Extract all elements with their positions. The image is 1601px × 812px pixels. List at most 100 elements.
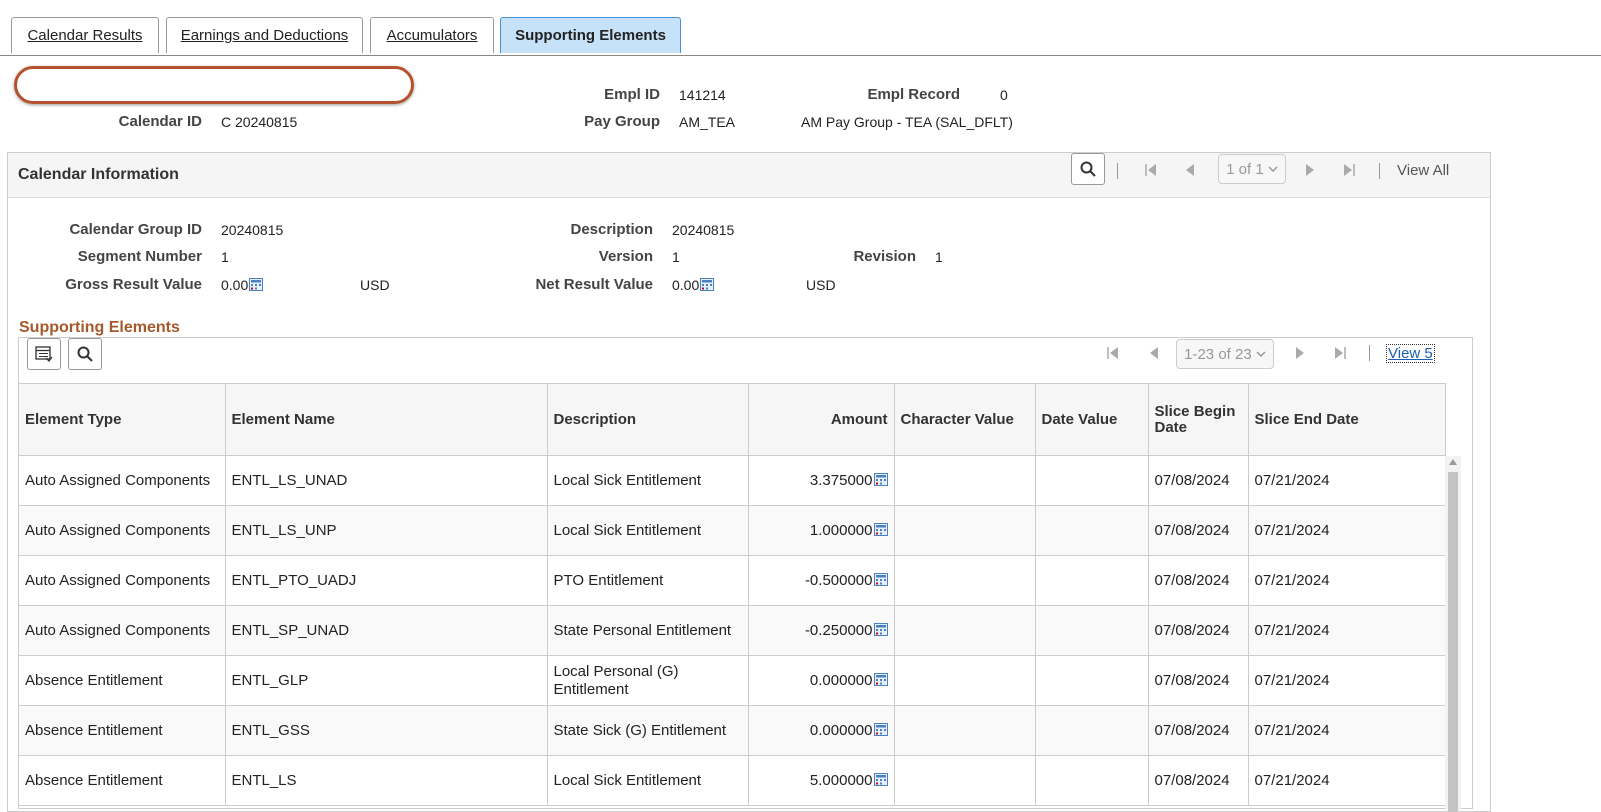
segment-number-label: Segment Number [77,248,202,265]
view-5-link[interactable]: View 5 [1386,344,1435,363]
calculator-icon[interactable] [873,722,888,736]
calculator-icon[interactable] [873,472,888,486]
tab-supporting-elements[interactable]: Supporting Elements [500,17,681,53]
calculator-icon[interactable] [873,672,888,686]
calculator-icon[interactable] [873,522,888,536]
column-header-slice-end-date[interactable]: Slice End Date [1248,383,1446,456]
amount-value: -0.250000 [804,621,873,639]
scroll-up-icon[interactable] [1449,459,1457,465]
pay-group-label: Pay Group [584,113,660,130]
cell-date-value [1035,705,1149,756]
net-result-label: Net Result Value [535,276,653,293]
scrollbar-thumb[interactable] [1448,472,1458,812]
column-header-slice-begin-date[interactable]: Slice Begin Date [1148,383,1249,456]
calculator-icon[interactable] [873,772,888,786]
column-header-amount[interactable]: Amount [748,383,895,456]
calculator-icon[interactable] [700,278,715,291]
previous-page-icon[interactable] [1184,163,1196,177]
version-label: Version [598,248,653,265]
tab-calendar-results[interactable]: Calendar Results [11,17,159,53]
calculator-icon[interactable] [873,572,888,586]
page-select-value: 1-23 of 23 [1184,345,1252,363]
segment-number-value: 1 [221,249,229,265]
cell-element-type: Absence Entitlement [19,755,226,806]
cell-date-value [1035,555,1149,606]
find-button[interactable] [1071,153,1105,185]
calendar-group-id-label: Calendar Group ID [69,221,202,238]
table-row: Absence Entitlement ENTL_LS Local Sick Ent… [19,755,1446,806]
last-page-icon[interactable] [1342,163,1356,177]
tab-earnings-deductions[interactable]: Earnings and Deductions [166,17,363,53]
column-header-element-type[interactable]: Element Type [19,383,226,456]
table-row: Absence Entitlement ENTL_GLP Local Persona… [19,655,1446,706]
cell-character-value [894,605,1036,656]
cell-slice-end-date: 07/21/2024 [1248,705,1446,756]
column-header-character-value[interactable]: Character Value [894,383,1036,456]
tab-accumulators[interactable]: Accumulators [370,17,494,53]
table-row: Auto Assigned Components ENTL_LS_UNAD Loca… [19,455,1446,506]
description-label: Description [570,221,653,238]
cell-character-value [894,555,1036,606]
first-page-icon[interactable] [1106,346,1120,360]
cell-slice-begin-date: 07/08/2024 [1148,555,1249,606]
net-result-value: 0.00 [672,277,715,293]
page-select[interactable]: 1-23 of 23 [1176,339,1274,369]
supporting-elements-grid: 1-23 of 23 View 5 Element Type Element N… [18,337,1473,812]
page-select[interactable]: 1 of 1 [1218,154,1286,184]
calculator-icon[interactable] [873,622,888,636]
view-all-link[interactable]: View All [1397,162,1449,179]
cell-element-name: ENTL_LS [225,755,548,806]
gross-result-value: 0.00 [221,277,264,293]
cell-description: Local Sick Entitlement [547,505,749,556]
previous-page-icon[interactable] [1148,346,1160,360]
cell-amount: 3.375000 [748,455,895,506]
panel-header: Calendar Information 1 of 1 View All [8,153,1490,198]
separator [1369,345,1370,361]
supporting-elements-title: Supporting Elements [19,319,180,336]
version-value: 1 [672,249,680,265]
cell-amount: -0.500000 [748,555,895,606]
last-page-icon[interactable] [1333,346,1347,360]
empl-id-value: 141214 [679,87,726,103]
empl-id-label: Empl ID [604,86,660,103]
chevron-down-icon [1268,166,1278,173]
cell-description: PTO Entitlement [547,555,749,606]
chevron-down-icon [1256,351,1266,358]
amount-value: -0.500000 [804,571,873,589]
separator [1379,163,1380,179]
first-page-icon[interactable] [1144,163,1158,177]
calculator-icon[interactable] [249,278,264,291]
cell-element-type: Auto Assigned Components [19,455,226,506]
amount-value: 3.375000 [809,471,873,489]
cell-description: State Sick (G) Entitlement [547,705,749,756]
column-header-description[interactable]: Description [547,383,749,456]
cell-slice-end-date: 07/21/2024 [1248,555,1446,606]
vertical-scrollbar[interactable] [1445,456,1461,812]
cell-date-value [1035,755,1149,806]
amount-value: 0.000000 [809,671,873,689]
cell-element-type: Auto Assigned Components [19,505,226,556]
cell-slice-begin-date: 07/08/2024 [1148,655,1249,706]
cell-element-type: Absence Entitlement [19,705,226,756]
cell-slice-end-date: 07/21/2024 [1248,455,1446,506]
cell-slice-end-date: 07/21/2024 [1248,755,1446,806]
tab-bar: Calendar Results Earnings and Deductions… [0,0,1601,56]
panel-title: Calendar Information [18,166,179,183]
table-row: Absence Entitlement ENTL_GSS State Sick (G… [19,705,1446,756]
calendar-id-value: C 20240815 [221,114,298,130]
cell-slice-begin-date: 07/08/2024 [1148,505,1249,556]
gross-result-label: Gross Result Value [65,276,202,293]
cell-slice-begin-date: 07/08/2024 [1148,605,1249,656]
find-button[interactable] [68,338,102,370]
page-select-value: 1 of 1 [1226,160,1264,178]
column-header-element-name[interactable]: Element Name [225,383,548,456]
personalize-button[interactable] [27,338,61,370]
cell-date-value [1035,505,1149,556]
next-page-icon[interactable] [1304,163,1316,177]
cell-character-value [894,705,1036,756]
next-page-icon[interactable] [1294,346,1306,360]
column-header-date-value[interactable]: Date Value [1035,383,1149,456]
amount-value: 0.000000 [809,721,873,739]
calendar-group-id-value: 20240815 [221,222,284,238]
cell-amount: -0.250000 [748,605,895,656]
